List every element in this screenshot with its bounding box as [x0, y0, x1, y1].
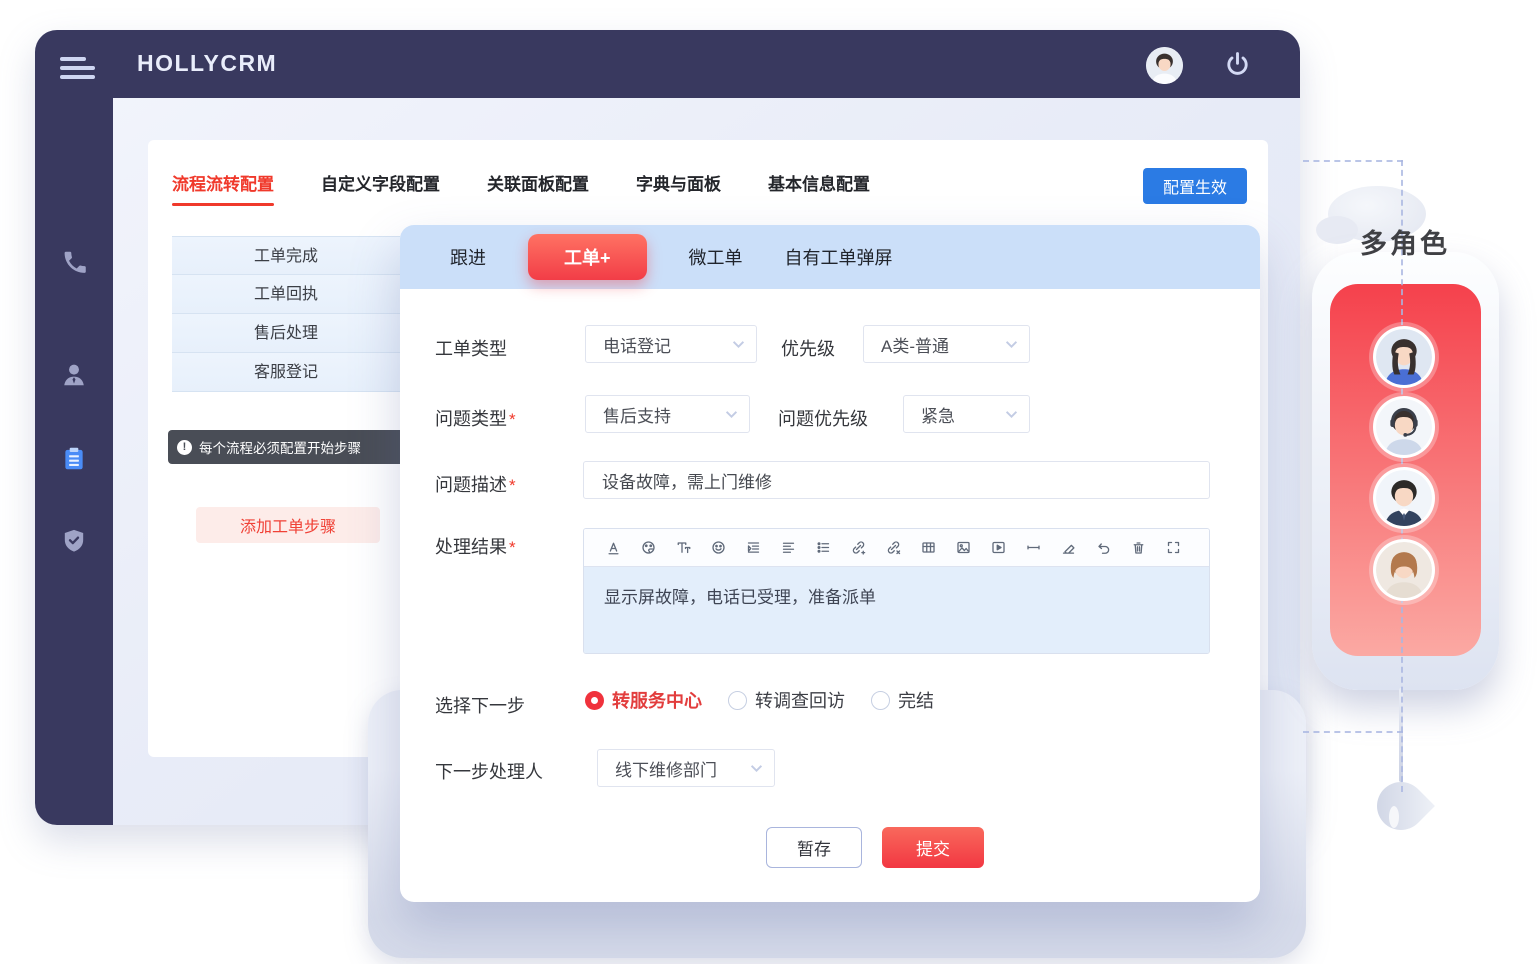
- horizontal-line-icon[interactable]: [1016, 535, 1051, 561]
- link-off-icon[interactable]: [876, 535, 911, 561]
- chevron-down-icon: [750, 758, 763, 778]
- color-palette-icon[interactable]: [631, 535, 666, 561]
- radio-icon: [728, 691, 747, 710]
- ordered-list-icon[interactable]: [806, 535, 841, 561]
- video-icon[interactable]: [981, 535, 1016, 561]
- rich-text-editor: 显示屏故障，电话已受理，准备派单: [583, 528, 1210, 654]
- sidebar-item-phone-icon[interactable]: [61, 249, 88, 276]
- issue-desc-input[interactable]: 设备故障，需上门维修: [583, 461, 1210, 499]
- menu-icon[interactable]: [60, 57, 96, 87]
- top-tab-3[interactable]: 关联面板配置: [487, 170, 589, 195]
- chevron-down-icon: [1005, 334, 1018, 354]
- multi-role-title: 多角色: [1360, 222, 1450, 261]
- sidebar-item-user-icon[interactable]: [61, 361, 88, 388]
- issue-priority-label: 问题优先级: [778, 405, 868, 431]
- chevron-down-icon: [732, 334, 745, 354]
- priority-select[interactable]: A类-普通: [863, 325, 1030, 363]
- align-left-icon[interactable]: [771, 535, 806, 561]
- workflow-row[interactable]: 工单完成: [172, 236, 400, 275]
- next-handler-select[interactable]: 线下维修部门: [597, 749, 775, 787]
- sidebar-item-clipboard-icon[interactable]: [61, 445, 88, 472]
- workflow-row[interactable]: 工单回执: [172, 275, 400, 314]
- submit-button[interactable]: 提交: [882, 827, 984, 868]
- dashed-line-top: [1303, 160, 1403, 162]
- undo-icon[interactable]: [1086, 535, 1121, 561]
- link-add-icon[interactable]: [841, 535, 876, 561]
- font-size-icon[interactable]: [666, 535, 701, 561]
- next-step-radio-1[interactable]: 转服务中心: [585, 687, 702, 713]
- workflow-step-list: 工单完成工单回执售后处理客服登记: [172, 236, 400, 392]
- app-header: HOLLYCRM: [35, 30, 1300, 98]
- ticket-type-label: 工单类型: [435, 335, 507, 361]
- modal-tab-2[interactable]: 工单+: [528, 234, 647, 280]
- top-tab-bar: 流程流转配置 自定义字段配置 关联面板配置 字典与面板 基本信息配置: [172, 170, 870, 195]
- issue-desc-label: 问题描述*: [435, 471, 516, 497]
- drop-highlight: [1389, 806, 1399, 828]
- role-avatar-woman-long-hair: [1373, 326, 1435, 388]
- emoji-icon[interactable]: [701, 535, 736, 561]
- role-avatar-woman-bob: [1373, 539, 1435, 601]
- modal-tab-3[interactable]: 微工单: [689, 244, 743, 270]
- issue-type-select[interactable]: 售后支持: [585, 395, 750, 433]
- modal-tab-4[interactable]: 自有工单弹屏: [785, 244, 893, 270]
- trash-icon[interactable]: [1121, 535, 1156, 561]
- next-step-radio-3[interactable]: 完结: [871, 687, 934, 713]
- next-step-options: 转服务中心 转调查回访 完结: [585, 687, 934, 713]
- ticket-type-select[interactable]: 电话登记: [585, 325, 757, 363]
- chevron-down-icon: [1005, 404, 1018, 424]
- text-style-icon[interactable]: [596, 535, 631, 561]
- eraser-icon[interactable]: [1051, 535, 1086, 561]
- workflow-row[interactable]: 客服登记: [172, 353, 400, 392]
- radio-checked-icon: [585, 691, 604, 710]
- top-tab-1[interactable]: 流程流转配置: [172, 170, 274, 195]
- add-step-button[interactable]: 添加工单步骤: [196, 507, 380, 543]
- next-step-label: 选择下一步: [435, 692, 525, 718]
- sidebar-item-shield-icon[interactable]: [61, 527, 88, 554]
- radio-label: 完结: [898, 687, 934, 713]
- exclamation-icon: !: [177, 440, 192, 455]
- cloud-shape-small: [1316, 216, 1358, 244]
- chevron-down-icon: [725, 404, 738, 424]
- radio-icon: [871, 691, 890, 710]
- result-label: 处理结果*: [435, 533, 516, 559]
- screen: HOLLYCRM 流程流转配置自定义字段配置关联面板配置字典与面板基本信息配置 …: [0, 0, 1537, 964]
- next-step-radio-2[interactable]: 转调查回访: [728, 687, 845, 713]
- role-avatar-man-suit: [1373, 467, 1435, 529]
- result-textarea[interactable]: 显示屏故障，电话已受理，准备派单: [584, 567, 1209, 653]
- indent-icon[interactable]: [736, 535, 771, 561]
- image-icon[interactable]: [946, 535, 981, 561]
- role-avatar-woman-headset: [1373, 396, 1435, 458]
- top-tab-4[interactable]: 字典与面板: [636, 170, 721, 195]
- notice-text: 每个流程必须配置开始步骤: [199, 437, 361, 457]
- ticket-modal: 跟进 工单+ 微工单 自有工单弹屏 工单类型 电话登记 优先级 A类-普通 问题类型*…: [400, 225, 1260, 902]
- modal-tab-bar: 跟进 工单+ 微工单 自有工单弹屏: [400, 225, 1260, 289]
- apply-config-button[interactable]: 配置生效: [1143, 168, 1247, 204]
- radio-label: 转调查回访: [755, 687, 845, 713]
- radio-label: 转服务中心: [612, 687, 702, 713]
- issue-type-label: 问题类型*: [435, 405, 516, 431]
- avatar[interactable]: [1146, 47, 1183, 84]
- workflow-row[interactable]: 售后处理: [172, 314, 400, 353]
- notice-tooltip: ! 每个流程必须配置开始步骤: [168, 430, 405, 464]
- priority-label: 优先级: [781, 335, 835, 361]
- fullscreen-icon[interactable]: [1156, 535, 1191, 561]
- next-handler-label: 下一步处理人: [435, 758, 543, 784]
- table-icon[interactable]: [911, 535, 946, 561]
- top-tab-2[interactable]: 自定义字段配置: [321, 170, 440, 195]
- power-icon[interactable]: [1223, 50, 1252, 79]
- sidebar-nav: [35, 98, 113, 825]
- modal-tab-1[interactable]: 跟进: [450, 244, 486, 270]
- brand-logo: HOLLYCRM: [137, 50, 277, 77]
- top-tab-5[interactable]: 基本信息配置: [768, 170, 870, 195]
- save-draft-button[interactable]: 暂存: [766, 827, 862, 868]
- issue-priority-select[interactable]: 紧急: [903, 395, 1030, 433]
- dashed-line-bottom: [1303, 731, 1403, 733]
- editor-toolbar: [584, 529, 1209, 567]
